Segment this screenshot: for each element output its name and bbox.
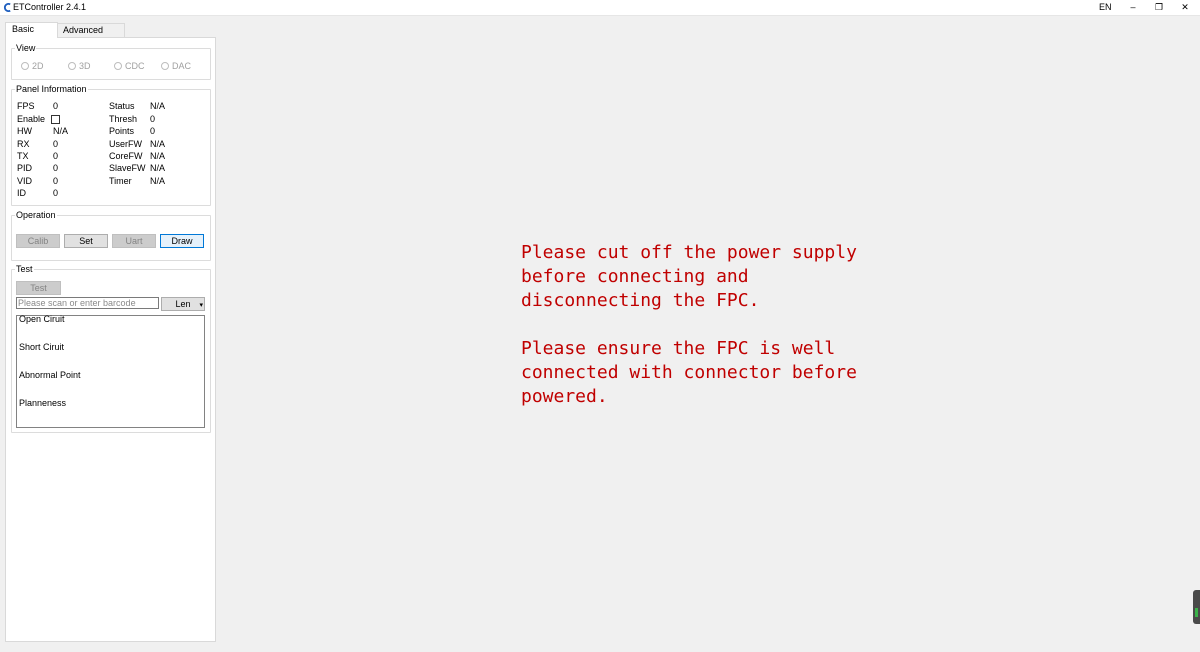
result-short-circuit: Short Ciruit bbox=[19, 342, 65, 352]
dropdown-arrow-icon: ▾ bbox=[199, 302, 203, 309]
len-button[interactable]: Len ▾ bbox=[161, 297, 205, 311]
corefw-value: N/A bbox=[150, 151, 166, 161]
vid-value: 0 bbox=[53, 176, 59, 186]
rx-label: RX bbox=[17, 139, 30, 149]
basic-tab-panel: View 2D 3D CDC DAC Panel Information FPS… bbox=[5, 37, 216, 642]
fps-value: 0 bbox=[53, 101, 59, 111]
operation-group: Operation Calib Set Uart Draw bbox=[11, 210, 211, 261]
points-label: Points bbox=[109, 126, 135, 136]
radio-3d-label: 3D bbox=[79, 61, 91, 71]
barcode-input[interactable] bbox=[16, 297, 159, 309]
panel-info-group: Panel Information FPS 0 Enable HW N/A RX… bbox=[11, 84, 211, 206]
radio-2d-label: 2D bbox=[32, 61, 44, 71]
side-drawer-handle[interactable] bbox=[1193, 590, 1200, 624]
id-label: ID bbox=[17, 188, 26, 198]
tab-advanced[interactable]: Advanced bbox=[56, 23, 125, 37]
title-bar: ETController 2.4.1 EN – ❐ ✕ bbox=[0, 0, 1200, 16]
tx-value: 0 bbox=[53, 151, 59, 161]
rx-value: 0 bbox=[53, 139, 59, 149]
app-logo-icon bbox=[3, 3, 12, 12]
radio-2d[interactable]: 2D bbox=[21, 61, 44, 71]
id-value: 0 bbox=[53, 188, 59, 198]
status-value: N/A bbox=[150, 101, 166, 111]
slavefw-label: SlaveFW bbox=[109, 163, 146, 173]
panel-info-title: Panel Information bbox=[15, 84, 88, 94]
operation-title: Operation bbox=[15, 210, 57, 220]
corefw-label: CoreFW bbox=[109, 151, 143, 161]
result-planneness: Planneness bbox=[19, 398, 67, 408]
radio-cdc-label: CDC bbox=[125, 61, 145, 71]
hw-value: N/A bbox=[53, 126, 69, 136]
timer-value: N/A bbox=[150, 176, 166, 186]
timer-label: Timer bbox=[109, 176, 132, 186]
result-open-circuit: Open Ciruit bbox=[19, 314, 65, 324]
pid-label: PID bbox=[17, 163, 33, 173]
draw-button[interactable]: Draw bbox=[160, 234, 204, 248]
result-abnormal-point: Abnormal Point bbox=[19, 370, 81, 380]
window-title: ETController 2.4.1 bbox=[13, 2, 87, 12]
thresh-label: Thresh bbox=[109, 114, 138, 124]
calib-button[interactable]: Calib bbox=[16, 234, 60, 248]
enable-label: Enable bbox=[17, 114, 46, 124]
radio-cdc[interactable]: CDC bbox=[114, 61, 145, 71]
status-label: Status bbox=[109, 101, 135, 111]
enable-checkbox[interactable] bbox=[51, 115, 60, 124]
language-selector[interactable]: EN bbox=[1099, 2, 1112, 12]
thresh-value: 0 bbox=[150, 114, 156, 124]
radio-dac-label: DAC bbox=[172, 61, 192, 71]
close-button[interactable]: ✕ bbox=[1170, 0, 1200, 15]
fpc-warning-notice: Please cut off the power supply before c… bbox=[521, 242, 857, 407]
view-group-title: View bbox=[15, 43, 37, 53]
slavefw-value: N/A bbox=[150, 163, 166, 173]
test-title: Test bbox=[15, 264, 34, 274]
pid-value: 0 bbox=[53, 163, 59, 173]
test-results-list: Open Ciruit Short Ciruit Abnormal Point … bbox=[16, 314, 205, 428]
view-group: View 2D 3D CDC DAC bbox=[11, 43, 211, 80]
test-button[interactable]: Test bbox=[16, 281, 61, 295]
points-value: 0 bbox=[150, 126, 156, 136]
radio-dac[interactable]: DAC bbox=[161, 61, 191, 71]
tab-basic[interactable]: Basic bbox=[5, 22, 58, 38]
len-button-label: Len bbox=[175, 299, 191, 309]
hw-label: HW bbox=[17, 126, 32, 136]
fps-label: FPS bbox=[17, 101, 35, 111]
set-button[interactable]: Set bbox=[64, 234, 108, 248]
tx-label: TX bbox=[17, 151, 29, 161]
uart-button[interactable]: Uart bbox=[112, 234, 156, 248]
userfw-value: N/A bbox=[150, 139, 166, 149]
vid-label: VID bbox=[17, 176, 33, 186]
userfw-label: UserFW bbox=[109, 139, 142, 149]
radio-3d[interactable]: 3D bbox=[68, 61, 91, 71]
